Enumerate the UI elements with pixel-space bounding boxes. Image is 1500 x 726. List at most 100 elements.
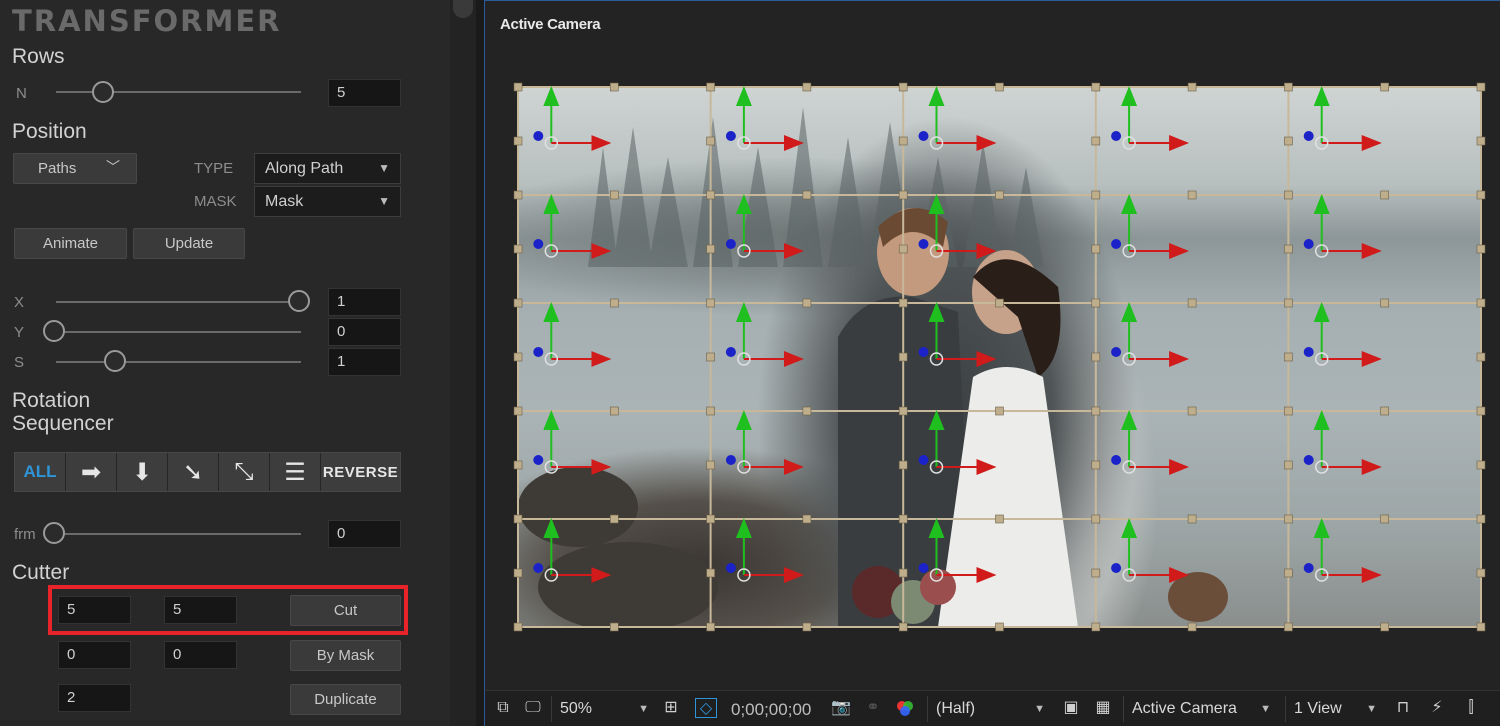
camera-snapshot-icon[interactable]: 📷 [831,698,851,718]
by-mask-button[interactable]: By Mask [290,640,401,671]
grid-handle [1091,514,1101,524]
s-input[interactable]: 1 [328,348,401,376]
grid-handle [1476,460,1486,470]
view-layout-dropdown[interactable]: 1 View ▼ [1285,696,1383,722]
composition-viewer[interactable]: Active Camera [484,0,1500,690]
rgb-channels-icon[interactable] [895,698,915,718]
grid-handle [513,298,523,308]
grid-handle [898,622,908,632]
rgb-icon [897,701,913,716]
rows-n-slider-knob[interactable] [92,81,114,103]
mask-visibility-icon[interactable]: ◇ [695,698,717,718]
z-axis-point [1111,455,1122,465]
rotation-sequencer-bar: ALL ➡ ⬇ ➘ ⤡ ☰ REVERSE [14,452,401,492]
grid-handle [1284,568,1293,578]
sequencer-arrow-down-right-button[interactable]: ➘ [168,453,219,491]
chevron-down-icon: ﹀ [106,159,120,175]
update-button[interactable]: Update [133,228,245,259]
grid-handle [1284,460,1293,470]
grid-handle [802,514,812,524]
grid-handle [610,190,619,200]
mask-dropdown[interactable]: Mask ▼ [254,186,401,217]
resolution-dropdown[interactable]: (Half) ▼ [927,696,1051,722]
timeline-icon[interactable]: ⫿ [1461,698,1481,718]
mask-dropdown-value: Mask [265,193,304,210]
grid-handle [706,406,715,416]
z-axis-point [918,239,929,249]
show-snapshot-icon[interactable]: ⚭ [863,698,883,718]
transformer-panel: TRANSFORMER Rows N 5 Position Paths ﹀ TY… [0,0,450,726]
grid-handle [802,298,812,308]
grid-handle [1476,190,1486,200]
grid-handle [1380,190,1390,200]
grid-handle [513,352,523,362]
sequencer-arrow-right-button[interactable]: ➡ [66,453,117,491]
fast-preview-icon[interactable]: ⚡ [1427,698,1447,718]
z-axis-point [918,563,929,573]
cutter-mask-input-2[interactable]: 0 [164,641,237,669]
camera-value: Active Camera [1132,700,1237,717]
rotation-title: Rotation [12,389,91,412]
grid-handle [513,568,523,578]
paths-dropdown-button[interactable]: Paths ﹀ [13,153,137,184]
grid-handle [1380,514,1390,524]
s-slider-knob[interactable] [104,350,127,372]
sequencer-diagonal-both-button[interactable]: ⤡ [219,453,270,491]
grid-handle [513,82,523,92]
frm-slider-knob[interactable] [43,522,65,544]
sequencer-all-button[interactable]: ALL [15,453,66,491]
duplicate-button[interactable]: Duplicate [290,684,401,715]
grid-handle [802,82,812,92]
s-slider-track[interactable] [56,361,301,363]
grid-handle [706,136,715,146]
timecode[interactable]: 0;00;00;00 [731,700,811,720]
x-slider-track[interactable] [56,301,301,303]
grid-handle [898,460,908,470]
frm-input[interactable]: 0 [328,520,401,548]
grid-handle [513,514,523,524]
animate-button[interactable]: Animate [14,228,127,259]
panel-scrollbar-track[interactable] [450,0,476,726]
y-input[interactable]: 0 [328,318,401,346]
grid-handle [513,244,523,254]
y-slider-track[interactable] [56,331,301,333]
grid-handle [706,622,715,632]
sequencer-reverse-button[interactable]: REVERSE [321,453,400,491]
grid-handle [1091,460,1101,470]
z-axis-point [1303,563,1314,573]
chevron-down-icon: ▼ [638,703,649,715]
fit-region-icon[interactable]: ⊞ [661,698,681,718]
rows-n-input[interactable]: 5 [328,79,401,107]
grid-handle [995,406,1004,416]
cutter-mask-input-1[interactable]: 0 [58,641,131,669]
sequencer-align-button[interactable]: ☰ [270,453,321,491]
z-axis-point [1303,239,1314,249]
z-axis-point [918,131,929,141]
x-input[interactable]: 1 [328,288,401,316]
grid-handle [513,136,523,146]
region-of-interest-icon[interactable]: ▣ [1061,698,1081,718]
sequencer-arrow-down-button[interactable]: ⬇ [117,453,168,491]
frm-slider-track[interactable] [56,533,301,535]
panel-divider[interactable] [476,0,484,726]
transparency-grid-icon[interactable]: ▦ [1093,698,1113,718]
type-dropdown[interactable]: Along Path ▼ [254,153,401,184]
toggle-pixel-aspect-icon[interactable]: ⊓ [1393,698,1413,718]
z-axis-point [725,455,736,465]
z-axis-point [725,563,736,573]
z-axis-point [725,347,736,357]
grid-handle [1284,298,1293,308]
zoom-dropdown[interactable]: 50% ▼ [551,696,655,722]
grid-handle [898,298,908,308]
camera-dropdown[interactable]: Active Camera ▼ [1123,696,1277,722]
z-axis-point [533,563,544,573]
chevron-down-icon: ▼ [1034,703,1045,715]
always-preview-icon[interactable]: ⧉ [493,698,513,718]
duplicate-count-input[interactable]: 2 [58,684,131,712]
grid-handle [706,190,715,200]
monitor-icon[interactable]: 🖵 [523,698,543,718]
y-slider-knob[interactable] [43,320,65,342]
x-slider-knob[interactable] [288,290,310,312]
grid-handle [995,514,1004,524]
grid-handle [1091,622,1101,632]
